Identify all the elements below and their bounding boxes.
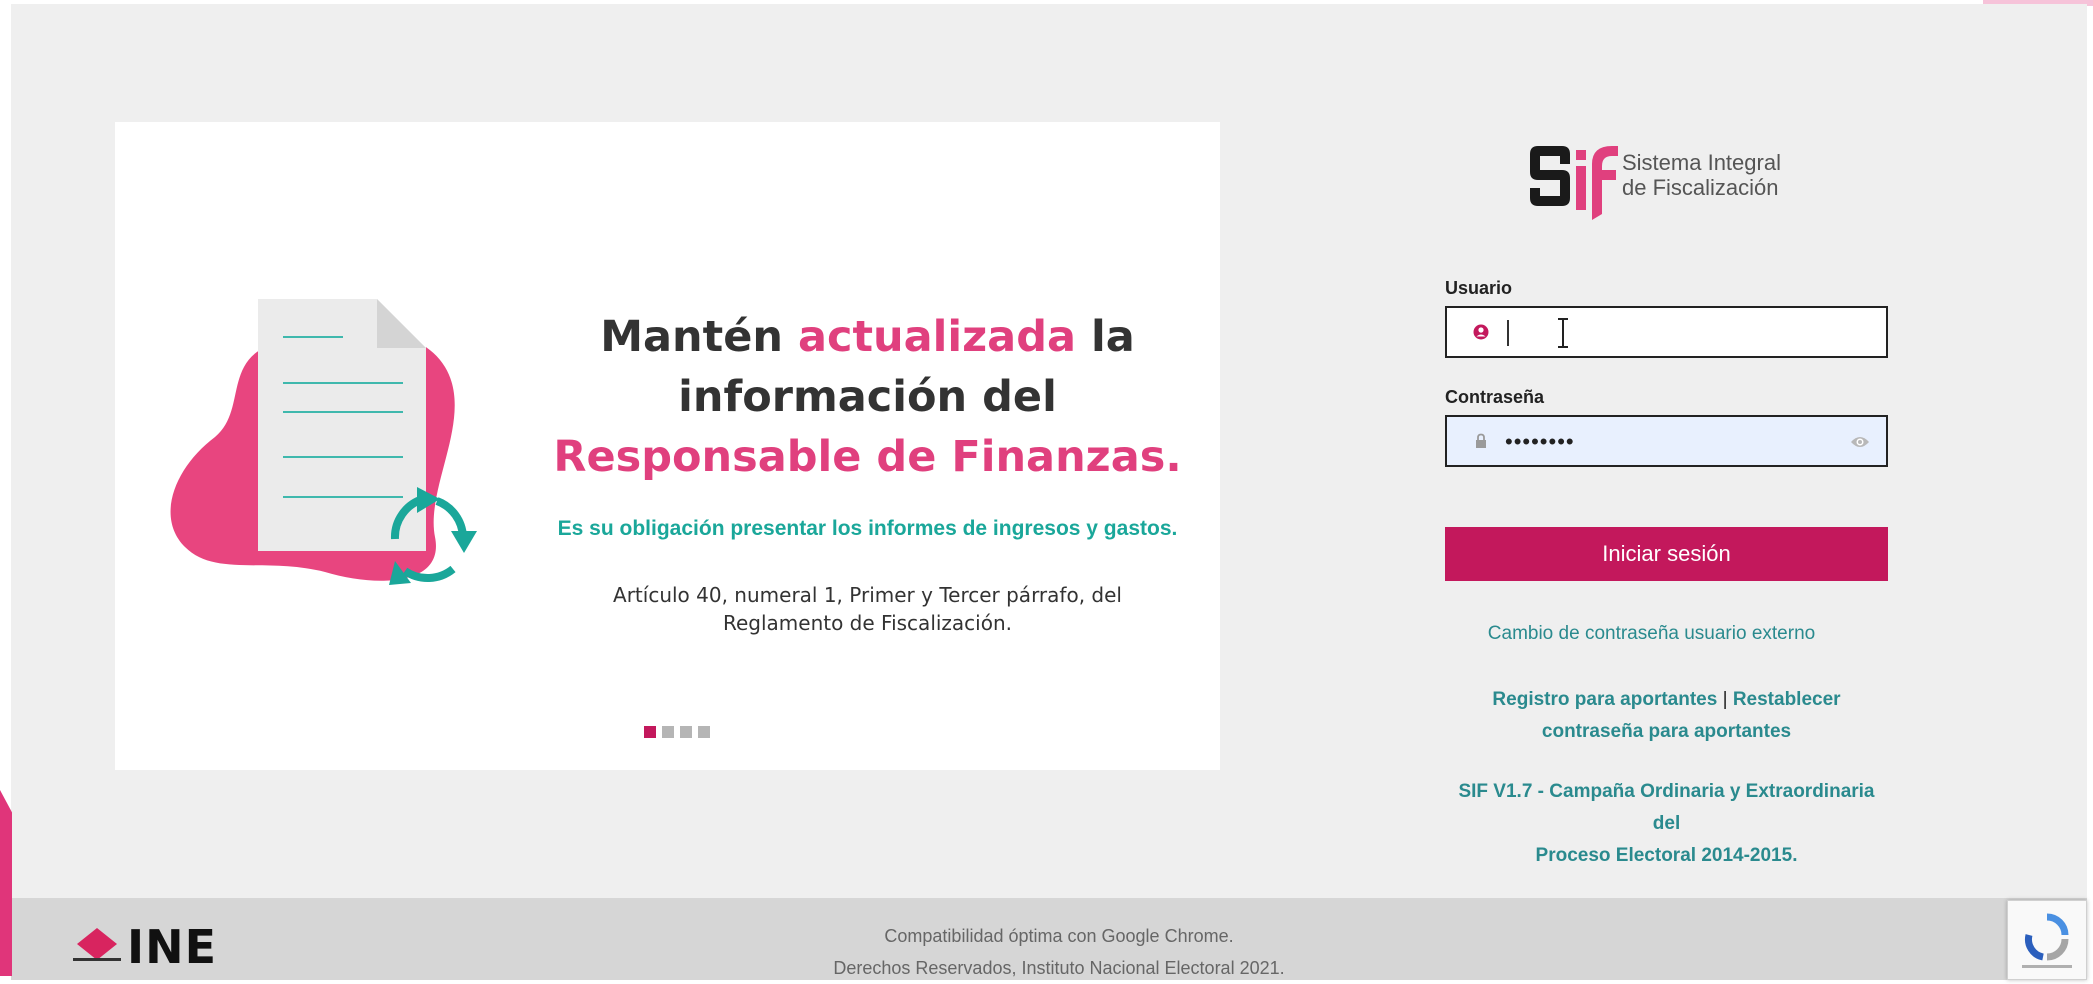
version-info: SIF V1.7 - Campaña Ordinaria y Extraordi… [1445, 776, 1888, 872]
lock-icon [1476, 433, 1486, 448]
reset-password-link-cont[interactable]: contraseña para aportantes [1542, 721, 1791, 742]
carousel-indicators [644, 726, 710, 738]
article-line-1: Artículo 40, numeral 1, Primer y Tercer … [613, 583, 1122, 607]
reset-password-link[interactable]: Restablecer [1733, 689, 1841, 710]
sif-logo-mark [1530, 146, 1618, 220]
footer-compat: Compatibilidad óptima con Google Chrome. [884, 926, 1234, 946]
headline-line-2: información del [678, 372, 1057, 422]
carousel-indicator[interactable] [662, 726, 674, 738]
logo-text-line-1: Sistema Integral [1622, 150, 1781, 175]
footer-text: Compatibilidad óptima con Google Chrome.… [11, 920, 2087, 984]
carousel-indicator[interactable] [644, 726, 656, 738]
user-icon [1473, 324, 1489, 340]
browser-frame: ‹ Mantén actualizada la información del … [0, 0, 2093, 980]
footer-rights: Derechos Reservados, Instituto Nacional … [833, 958, 1285, 978]
slide-article: Artículo 40, numeral 1, Primer y Tercer … [535, 581, 1200, 637]
text-caret [1507, 320, 1509, 346]
external-password-link[interactable]: Cambio de contraseña usuario externo [1445, 623, 1888, 645]
recaptcha-icon [2022, 913, 2072, 968]
headline-accent: actualizada [797, 312, 1076, 362]
logo-text-line-2: de Fiscalización [1622, 175, 1779, 200]
username-field[interactable] [1445, 306, 1888, 358]
password-field[interactable]: •••••••• [1445, 415, 1888, 467]
headline-part: la [1076, 312, 1135, 362]
document-illustration [170, 299, 477, 585]
footer: INE Compatibilidad óptima con Google Chr… [11, 898, 2087, 980]
headline-line-3: Responsable de Finanzas. [553, 432, 1182, 482]
password-label: Contraseña [1445, 387, 1545, 407]
version-line-1: SIF V1.7 - Campaña Ordinaria y Extraordi… [1458, 781, 1875, 834]
carousel-indicator[interactable] [680, 726, 692, 738]
carousel-prev-arrow[interactable]: ‹ [177, 428, 197, 462]
slide-subline: Es su obligación presentar los informes … [557, 517, 1178, 540]
login-button[interactable]: Iniciar sesión [1445, 527, 1888, 581]
slide-headline: Mantén actualizada la información del Re… [535, 307, 1200, 487]
username-label: Usuario [1445, 278, 1513, 298]
link-separator: | [1717, 689, 1733, 710]
carousel-indicator[interactable] [698, 726, 710, 738]
article-line-2: Reglamento de Fiscalización. [722, 611, 1013, 635]
sif-logo-text: Sistema Integral de Fiscalización [1622, 150, 1781, 200]
password-value: •••••••• [1505, 429, 1575, 454]
register-link[interactable]: Registro para aportantes [1492, 689, 1717, 710]
decorative-edge [0, 790, 12, 976]
version-line-2: Proceso Electoral 2014-2015. [1535, 845, 1798, 866]
contributor-links: Registro para aportantes | Restablecer c… [1445, 684, 1888, 748]
login-page: ‹ Mantén actualizada la información del … [11, 4, 2087, 980]
recaptcha-badge[interactable] [2007, 900, 2087, 980]
news-carousel[interactable]: ‹ Mantén actualizada la información del … [115, 122, 1220, 770]
sif-logo: Sistema Integral de Fiscalización [1522, 140, 1792, 224]
text-cursor-icon [1558, 318, 1568, 348]
slide-text: Mantén actualizada la información del Re… [535, 307, 1200, 637]
headline-part: Mantén [600, 312, 798, 362]
eye-icon[interactable] [1850, 433, 1870, 451]
